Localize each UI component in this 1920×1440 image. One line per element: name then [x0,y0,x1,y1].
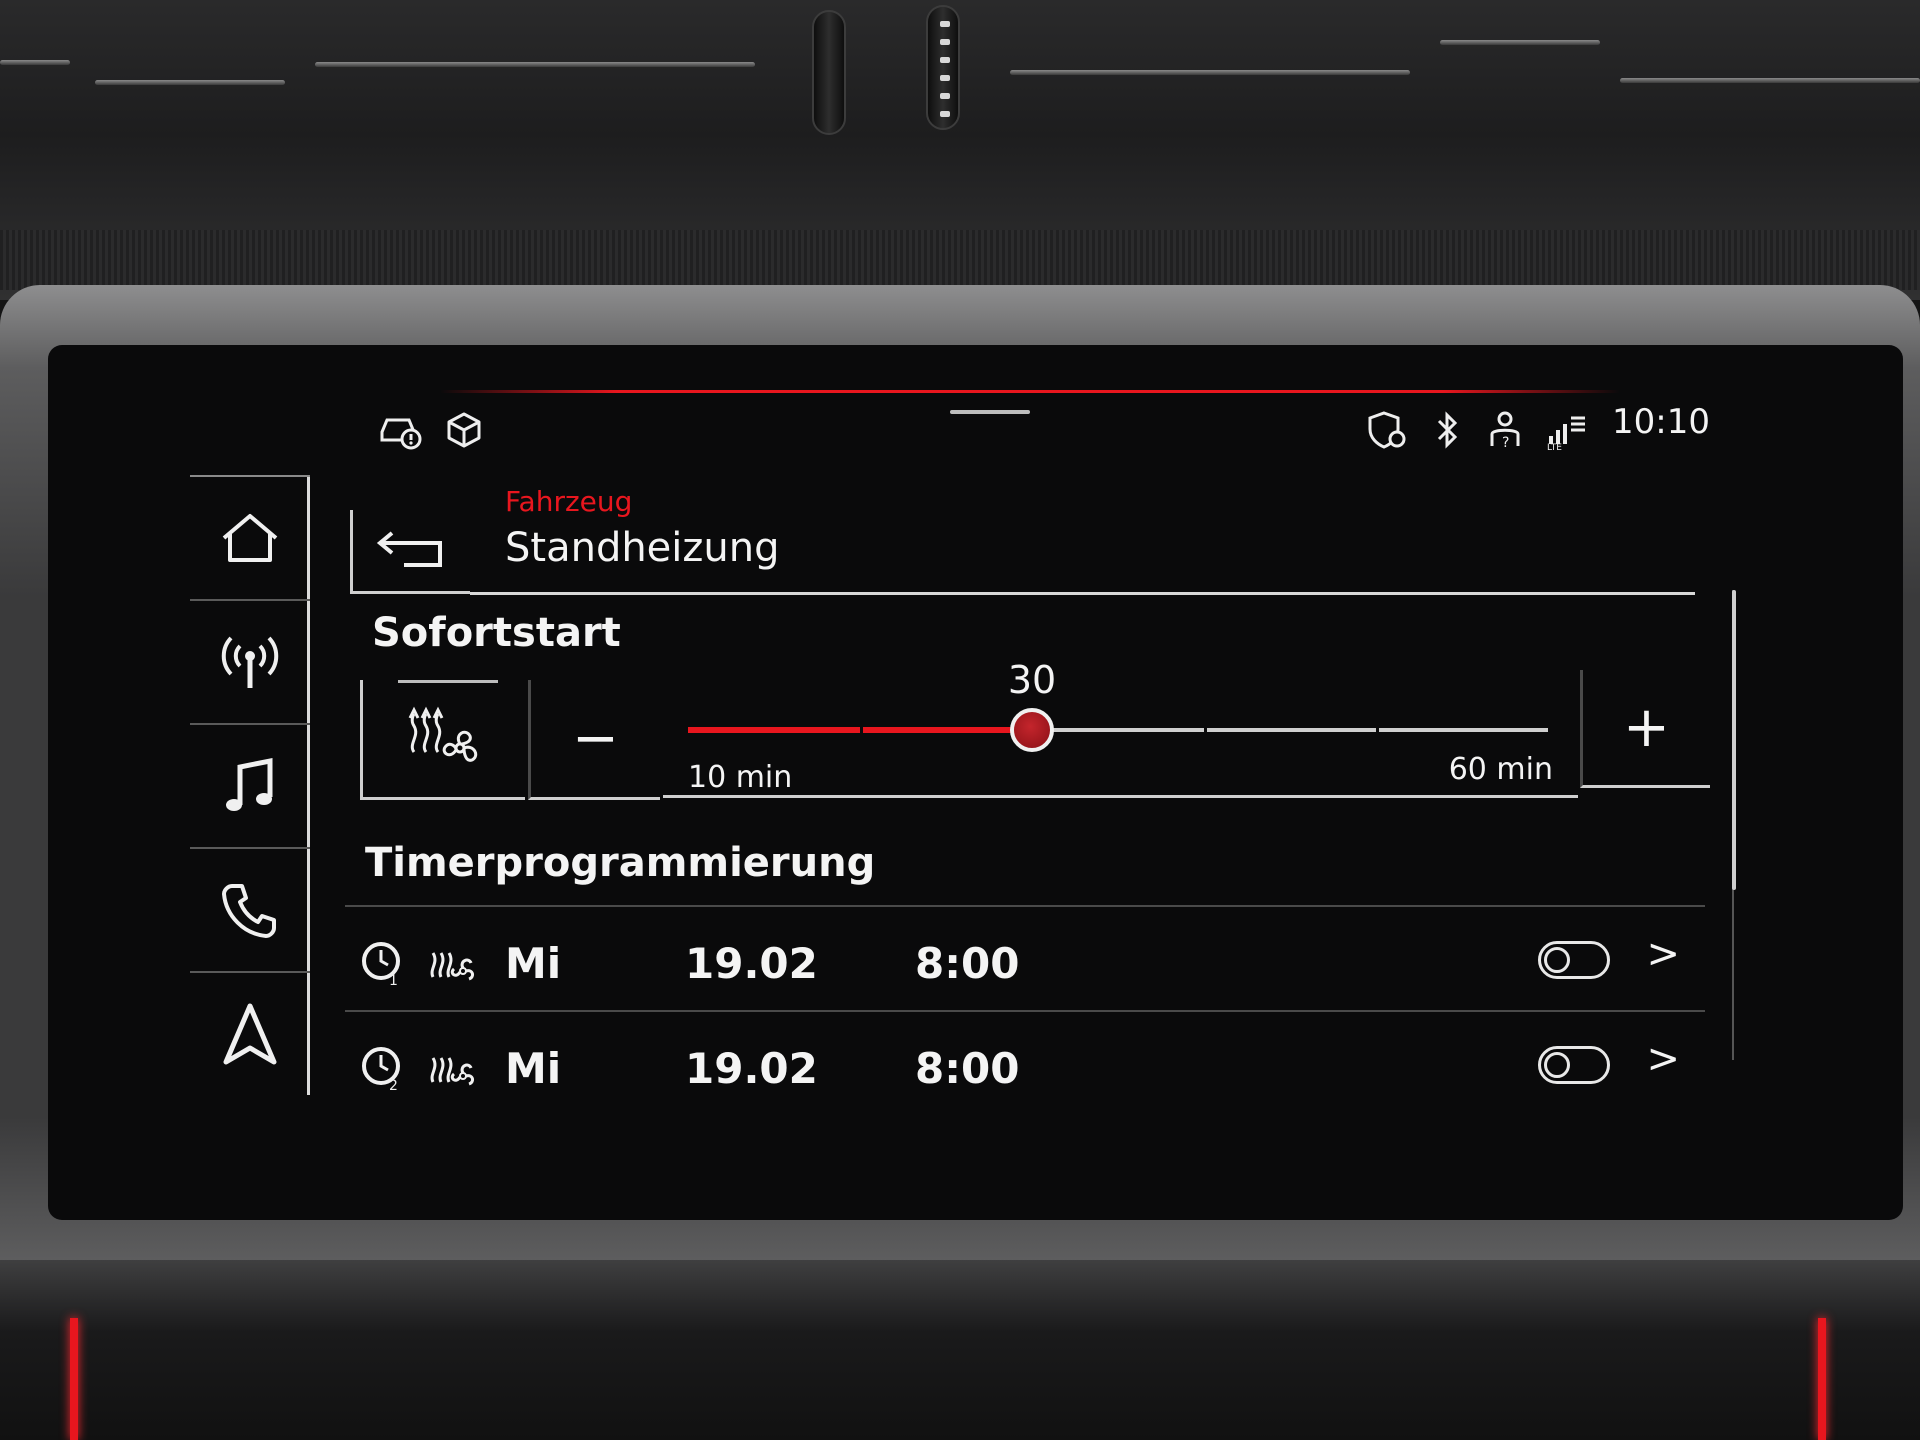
duration-slider[interactable]: 30 10 min 60 min [663,658,1578,798]
header-divider [470,592,1695,595]
car-warning-icon[interactable] [378,408,422,452]
heater-fan-icon [430,1057,475,1086]
infotainment-screen: ? LTE 10:10 Fahrzeug Standheizung Sofort… [120,380,1800,1200]
timer-heading: Timerprogrammierung [365,840,876,886]
main-nav [190,475,310,1095]
dashboard-top [0,0,1920,300]
heater-start-button[interactable] [360,680,525,800]
chevron-right-icon[interactable]: > [1646,931,1680,977]
timer-clock-1-icon: 1 [362,942,400,987]
back-button[interactable] [350,510,470,594]
back-arrow-icon [376,530,442,567]
timer-date: 19.02 [685,1044,818,1093]
decrease-duration-button[interactable]: − [528,680,660,800]
svg-text:2: 2 [389,1078,398,1092]
phone-icon [222,884,276,938]
dashboard-bottom [0,1260,1920,1440]
navigation-icon [223,1003,277,1065]
heater-fan-icon [408,706,478,762]
breadcrumb[interactable]: Fahrzeug [505,485,632,518]
timer-toggle[interactable] [1538,1046,1610,1084]
nav-media[interactable] [190,723,310,847]
svg-text:1: 1 [389,973,398,987]
nav-home[interactable] [190,475,310,599]
slider-value: 30 [1007,658,1057,702]
user-question-icon[interactable]: ? [1485,408,1529,452]
slider-thumb[interactable] [1010,708,1054,752]
timer-clock-2-icon: 2 [362,1047,400,1092]
timer-time: 8:00 [915,939,1020,988]
nav-phone[interactable] [190,847,310,971]
sofortstart-heading: Sofortstart [372,610,621,656]
page-title: Standheizung [505,525,780,571]
timer-time: 8:00 [915,1044,1020,1093]
svg-text:LTE: LTE [1547,443,1562,450]
timer-row[interactable]: 2 Mi 19.02 8:00 > [345,1010,1705,1115]
bluetooth-icon[interactable] [1425,408,1469,452]
lte-signal-icon[interactable]: LTE [1545,408,1589,452]
status-accent-line [440,390,1620,393]
cube-icon[interactable] [442,408,486,452]
chevron-right-icon[interactable]: > [1646,1036,1680,1082]
ambient-light-left [70,1318,78,1440]
timer-toggle[interactable] [1538,941,1610,979]
shield-location-icon[interactable] [1365,408,1409,452]
vent-adjuster-left[interactable] [812,10,846,135]
svg-text:?: ? [1502,435,1509,450]
music-icon [226,757,273,811]
slider-track[interactable]: 30 [688,658,1548,752]
nav-navigation[interactable] [190,971,310,1095]
vent-adjuster-right[interactable] [926,5,960,130]
scrollbar-thumb[interactable] [1732,590,1736,890]
timer-row[interactable]: 1 Mi 19.02 8:00 > [345,905,1705,1010]
clock: 10:10 [1612,402,1710,442]
ambient-light-right [1818,1318,1826,1440]
timer-day: Mi [505,1044,562,1093]
radio-icon [221,636,279,688]
status-bar: ? LTE 10:10 [120,380,1800,450]
pull-down-handle[interactable] [950,410,1030,414]
timer-date: 19.02 [685,939,818,988]
slider-min-label: 10 min [688,760,793,795]
increase-duration-button[interactable]: + [1580,670,1710,788]
home-icon [222,514,278,562]
slider-max-label: 60 min [1448,752,1553,787]
heater-fan-icon [430,952,475,981]
timer-day: Mi [505,939,562,988]
nav-radio[interactable] [190,599,310,723]
